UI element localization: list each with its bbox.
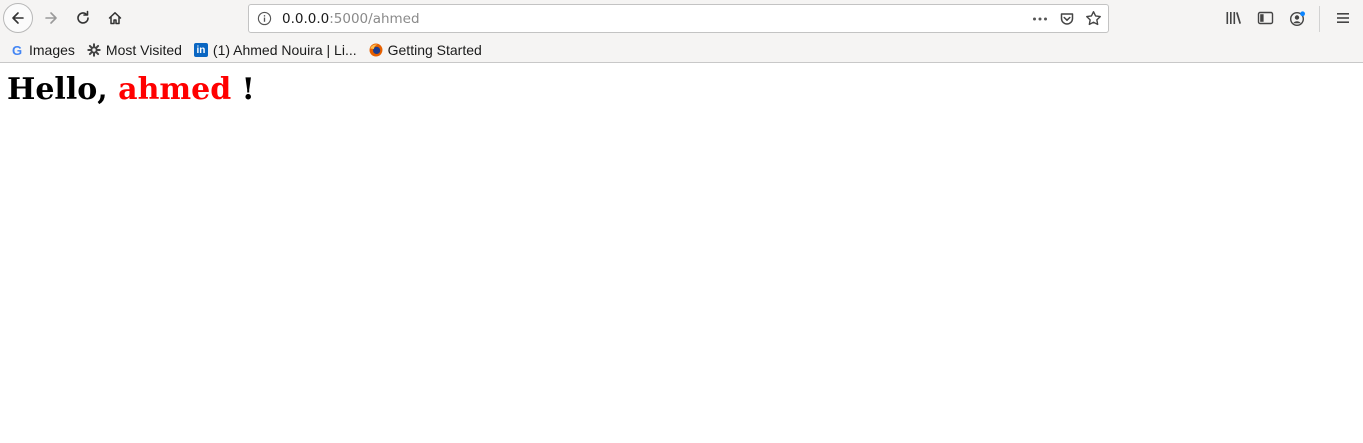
account-icon[interactable] xyxy=(1289,10,1307,28)
site-info-icon[interactable] xyxy=(257,11,272,30)
pocket-icon[interactable] xyxy=(1059,11,1075,27)
toolbar-separator xyxy=(1319,6,1320,32)
bookmark-label: Most Visited xyxy=(105,42,182,58)
bookmark-linkedin[interactable]: in (1) Ahmed Nouira | Li... xyxy=(193,42,357,58)
greeting-prefix: Hello, xyxy=(7,72,119,107)
url-actions xyxy=(1031,10,1102,27)
bookmark-label: Getting Started xyxy=(387,42,482,58)
greeting-suffix: ! xyxy=(231,72,255,107)
sidebar-toggle-icon[interactable] xyxy=(1257,10,1274,26)
browser-chrome: 0.0.0.0:5000/ahmed G Images Most Visited… xyxy=(0,0,1363,63)
url-path: :5000/ahmed xyxy=(329,11,420,27)
bookmark-most-visited[interactable]: Most Visited xyxy=(87,42,182,58)
forward-arrow-icon xyxy=(45,12,57,24)
toolbar-right xyxy=(1223,0,1363,38)
library-icon[interactable] xyxy=(1225,10,1242,26)
google-icon: G xyxy=(11,42,23,58)
bookmark-label: (1) Ahmed Nouira | Li... xyxy=(212,42,357,58)
reload-icon xyxy=(77,10,89,24)
user-name: ahmed xyxy=(118,72,232,107)
forward-button[interactable] xyxy=(36,3,66,33)
bookmark-getting-started[interactable]: Getting Started xyxy=(369,42,482,58)
url-host: 0.0.0.0 xyxy=(282,11,330,27)
bookmark-images[interactable]: G Images xyxy=(10,42,75,58)
bookmarks-toolbar: G Images Most Visited in (1) Ahmed Nouir… xyxy=(10,39,494,61)
bookmark-star-icon[interactable] xyxy=(1085,10,1102,27)
hamburger-menu-icon[interactable] xyxy=(1335,10,1351,26)
firefox-icon xyxy=(369,43,383,57)
bookmark-label: Images xyxy=(29,42,75,58)
greeting-heading: Hello, ahmed ! xyxy=(7,70,1356,110)
navigation-toolbar: 0.0.0.0:5000/ahmed xyxy=(0,0,1363,38)
page-content: Hello, ahmed ! xyxy=(0,63,1363,117)
home-icon xyxy=(108,12,122,25)
gear-icon xyxy=(87,43,101,57)
page-actions-icon[interactable] xyxy=(1031,11,1049,27)
reload-button[interactable] xyxy=(68,3,98,33)
linkedin-icon: in xyxy=(193,43,208,57)
url-text[interactable]: 0.0.0.0:5000/ahmed xyxy=(282,11,420,27)
back-arrow-icon xyxy=(12,12,24,24)
back-button[interactable] xyxy=(3,3,33,33)
address-bar[interactable]: 0.0.0.0:5000/ahmed xyxy=(248,4,1109,33)
home-button[interactable] xyxy=(100,3,130,33)
